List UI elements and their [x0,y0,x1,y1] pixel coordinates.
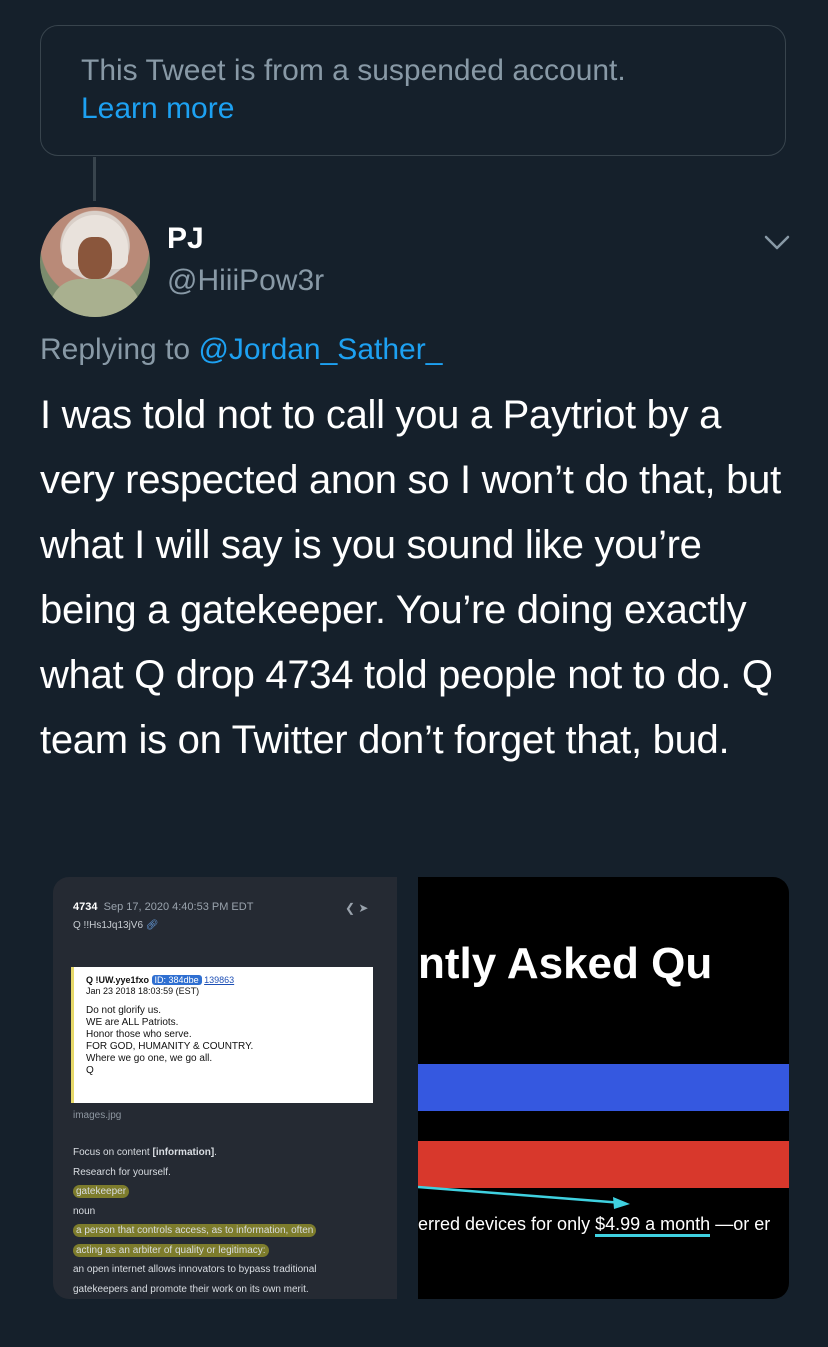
faq-heading: ntly Asked Qu [418,939,713,988]
q-focus-line: Focus on content [information]. [73,1143,389,1163]
q-post-header: 4734 Sep 17, 2020 4:40:53 PM EDT [73,901,253,913]
q-line: Q [86,1065,94,1076]
q-line: Honor those who serve. [86,1029,192,1040]
avatar[interactable] [40,207,150,317]
tweet-text: I was told not to call you a Paytriot by… [40,393,781,762]
avatar-face [78,237,112,279]
price-amount: $4.99 a month [595,1214,711,1237]
link-icon: 🔗︎ [145,920,159,931]
chevron-down-icon[interactable] [762,227,792,257]
media-divider [397,877,418,1299]
q-example-2: gatekeepers and promote their work on it… [73,1283,309,1295]
author-handle[interactable]: @HiiiPow3r [167,264,324,298]
q-line: Where we go one, we go all. [86,1053,213,1064]
reply-context: Replying to @Jordan_Sather_ [40,333,442,367]
q-tripcode-text: Q !!Hs1Jq13jV6 [73,920,144,931]
reply-prefix: Replying to [40,333,199,366]
media-image-q-drop[interactable]: 4734 Sep 17, 2020 4:40:53 PM EDT Q !!Hs1… [53,877,397,1299]
q-focus-suffix: . [214,1147,217,1158]
q-research-line: Research for yourself. [73,1166,171,1178]
reply-mention-link[interactable]: @Jordan_Sather_ [198,333,442,366]
q-line: FOR GOD, HUMANITY & COUNTRY. [86,1041,254,1052]
q-post-number: 4734 [73,901,98,913]
media-image-faq-screenshot[interactable]: ntly Asked Qu erred devices for only $4.… [418,877,789,1299]
q-filename: images.jpg [73,1110,122,1121]
q-id-badge: ID: 384dbe [151,975,202,985]
q-post-body: Focus on content [information]. Research… [73,1143,389,1299]
price-line: erred devices for only $4.99 a month —or… [418,1214,771,1237]
suspended-account-notice: This Tweet is from a suspended account. … [40,25,786,156]
q-ref-number: 139863 [204,975,235,985]
learn-more-link[interactable]: Learn more [81,90,745,128]
q-quoted-meta: Q !UW.yye1fxo ID: 384dbe 139863 [86,975,361,986]
q-line: WE are ALL Patriots. [86,1017,179,1028]
q-highlight-definition-2: acting as an arbiter of quality or legit… [73,1243,269,1257]
thread-connector [93,157,96,201]
q-line: Do not glorify us. [86,1005,162,1016]
price-prefix: erred devices for only [418,1214,596,1234]
q-quoted-author: Q !UW.yye1fxo [86,975,150,985]
suspended-message: This Tweet is from a suspended account. [81,54,626,87]
q-highlight-word: gatekeeper [73,1185,130,1198]
q-highlight-definition-1: a person that controls access, as to inf… [73,1224,317,1237]
q-quoted-post: Q !UW.yye1fxo ID: 384dbe 139863 Jan 23 2… [71,967,373,1103]
q-example-1: an open internet allows innovators to by… [73,1264,317,1275]
q-focus-bold: [information] [152,1147,215,1158]
media-grid: 4734 Sep 17, 2020 4:40:53 PM EDT Q !!Hs1… [53,877,789,1299]
avatar-suit [50,279,140,317]
blue-bar [418,1064,789,1111]
author-name[interactable]: PJ [167,222,204,256]
q-post-date: Sep 17, 2020 4:40:53 PM EDT [103,901,254,913]
q-focus-prefix: Focus on content [73,1147,153,1158]
price-suffix: —or er [710,1214,771,1234]
arrow-icon [418,1185,630,1209]
q-pos: noun [73,1205,96,1217]
q-quoted-date: Jan 23 2018 18:03:59 (EST) [86,986,200,996]
share-icon: ❮ ➤ [345,901,369,915]
q-tripcode: Q !!Hs1Jq13jV6 🔗︎ [73,920,159,931]
q-quoted-body: Do not glorify us. WE are ALL Patriots. … [86,1005,361,1077]
